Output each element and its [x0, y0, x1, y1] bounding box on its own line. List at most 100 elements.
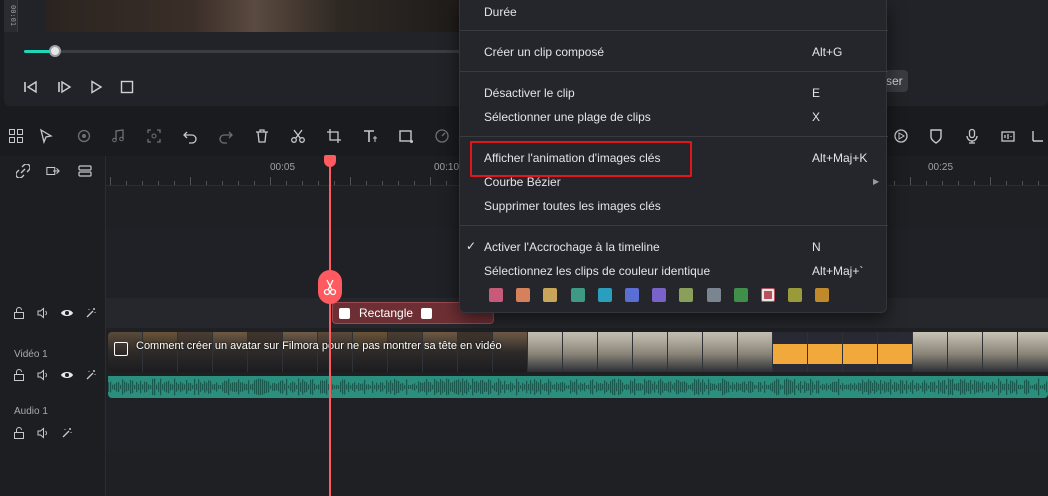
- waveform-bar: [928, 385, 930, 389]
- speed-icon[interactable]: [432, 126, 452, 146]
- track-label-video-1: Vidéo 1: [14, 349, 48, 360]
- waveform-bar: [768, 384, 770, 390]
- next-frame-icon[interactable]: [55, 78, 73, 96]
- color-swatch[interactable]: [597, 288, 612, 302]
- waveform-bar: [402, 382, 404, 392]
- waveform-bar: [484, 381, 486, 393]
- music-icon[interactable]: [108, 126, 128, 146]
- stop-icon[interactable]: [118, 78, 136, 96]
- playback-scrubber[interactable]: [24, 45, 464, 57]
- color-swatch[interactable]: [516, 288, 531, 302]
- magic-wand-icon[interactable]: [84, 368, 98, 382]
- lock-icon[interactable]: [12, 368, 26, 382]
- cut-icon[interactable]: [288, 126, 308, 146]
- crop-icon[interactable]: [144, 126, 164, 146]
- track-manager-icon[interactable]: [78, 164, 92, 178]
- waveform-bar: [980, 383, 982, 391]
- magic-wand-icon[interactable]: [84, 306, 98, 320]
- color-swatch[interactable]: [733, 288, 748, 302]
- color-swatch[interactable]: [570, 288, 585, 302]
- waveform-bar: [840, 384, 842, 390]
- video-clip[interactable]: Comment créer un avatar sur Filmora pour…: [108, 332, 1048, 372]
- link-icon[interactable]: [16, 164, 30, 178]
- color-swatch[interactable]: [625, 288, 639, 302]
- color-swatch[interactable]: [706, 288, 721, 302]
- lock-icon[interactable]: [12, 426, 26, 440]
- waveform-bar: [594, 385, 596, 389]
- color-swatch[interactable]: [788, 288, 803, 302]
- waveform-bar: [204, 381, 206, 393]
- clip-thumbnail: [1018, 332, 1048, 372]
- voiceover-icon[interactable]: [891, 126, 911, 146]
- waveform-bar: [612, 379, 614, 395]
- scrubber-handle[interactable]: [48, 45, 61, 57]
- color-swatch[interactable]: [543, 288, 558, 302]
- playhead-handle[interactable]: [324, 155, 336, 167]
- redo-icon[interactable]: [216, 126, 236, 146]
- ruler-tick: [110, 177, 111, 185]
- rectangle-icon[interactable]: [396, 126, 416, 146]
- volume-icon[interactable]: [36, 368, 50, 382]
- waveform-bar: [540, 379, 542, 395]
- ruler-label: 00:10: [434, 162, 460, 173]
- waveform-bar: [258, 378, 260, 396]
- keyframe-icon[interactable]: [339, 308, 350, 319]
- waveform-bar: [908, 384, 910, 390]
- undo-icon[interactable]: [180, 126, 200, 146]
- transform-icon[interactable]: [324, 126, 344, 146]
- waveform-bar: [904, 384, 906, 390]
- ripple-edit-icon[interactable]: [74, 126, 94, 146]
- waveform-bar: [1008, 383, 1010, 391]
- waveform-bar: [766, 384, 768, 390]
- color-swatch[interactable]: [652, 288, 667, 302]
- color-swatch[interactable]: [815, 288, 830, 302]
- waveform-bar: [976, 381, 978, 393]
- menu-item-label: Courbe Bézier: [484, 175, 561, 189]
- layout-icon[interactable]: [6, 126, 26, 146]
- play-icon[interactable]: [87, 78, 105, 96]
- waveform-bar: [376, 382, 378, 392]
- eye-icon[interactable]: [60, 368, 74, 382]
- waveform-bar: [708, 379, 710, 395]
- menu-item-clips-couleur[interactable]: Sélectionnez les clips de couleur identi…: [460, 260, 888, 282]
- menu-item-clip-compose[interactable]: Créer un clip composé Alt+G: [460, 41, 888, 63]
- more-icon[interactable]: [1028, 126, 1048, 146]
- waveform-bar: [924, 380, 926, 394]
- color-swatch[interactable]: [489, 288, 503, 302]
- delete-icon[interactable]: [252, 126, 272, 146]
- waveform-bar: [722, 378, 724, 396]
- insert-track-icon[interactable]: [46, 164, 60, 178]
- waveform-bar: [950, 379, 952, 395]
- color-swatch[interactable]: [679, 288, 694, 302]
- text-icon[interactable]: [360, 126, 380, 146]
- menu-item-desactiver-clip[interactable]: Désactiver le clip E: [460, 82, 888, 104]
- select-tool-icon[interactable]: [36, 126, 56, 146]
- waveform-bar: [662, 381, 664, 393]
- ruler-tick: [1038, 181, 1039, 185]
- split-scissor-icon[interactable]: [318, 270, 342, 304]
- color-swatch[interactable]: [761, 288, 775, 302]
- mic-icon[interactable]: [962, 126, 982, 146]
- ruler-tick: [190, 177, 191, 185]
- waveform-bar: [968, 382, 970, 392]
- menu-item-plage-clips[interactable]: Sélectionner une plage de clips X: [460, 106, 888, 128]
- waveform-bar: [530, 380, 532, 394]
- settings-icon[interactable]: [998, 126, 1018, 146]
- menu-item-duree[interactable]: Durée: [460, 1, 888, 23]
- eye-icon[interactable]: [60, 306, 74, 320]
- shield-icon[interactable]: [926, 126, 946, 146]
- menu-item-accrochage[interactable]: ✓ Activer l'Accrochage à la timeline N: [460, 236, 888, 258]
- waveform-bar: [610, 381, 612, 393]
- playhead[interactable]: [329, 156, 331, 496]
- keyframe-icon[interactable]: [421, 308, 432, 319]
- magic-wand-icon[interactable]: [60, 426, 74, 440]
- waveform-bar: [546, 382, 548, 392]
- volume-icon[interactable]: [36, 426, 50, 440]
- waveform-bar: [512, 383, 514, 391]
- volume-icon[interactable]: [36, 306, 50, 320]
- menu-item-supprimer-keyframes[interactable]: Supprimer toutes les images clés: [460, 195, 888, 217]
- waveform-bar: [600, 383, 602, 391]
- prev-frame-icon[interactable]: [22, 78, 40, 96]
- audio-waveform[interactable]: [108, 376, 1048, 398]
- lock-icon[interactable]: [12, 306, 26, 320]
